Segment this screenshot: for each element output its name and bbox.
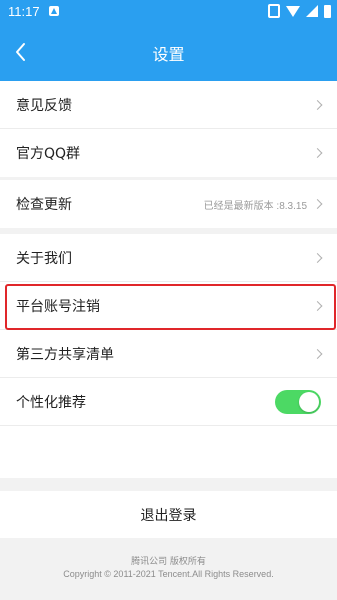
settings-group-feedback: 意见反馈 官方QQ群: [0, 81, 337, 177]
row-label: 官方QQ群: [16, 146, 81, 162]
status-bar: 11:17: [0, 0, 337, 24]
toggle-knob: [299, 391, 319, 412]
row-about-us[interactable]: 关于我们: [0, 234, 337, 282]
footer: 腾讯公司 版权所有 Copyright © 2011-2021 Tencent.…: [0, 556, 337, 581]
row-label: 意见反馈: [16, 97, 72, 114]
row-label: 关于我们: [16, 250, 72, 267]
status-indicators: [268, 4, 331, 18]
row-official-qq-group[interactable]: 官方QQ群: [0, 129, 337, 177]
chevron-right-icon: [312, 252, 323, 263]
copyright-notice: Copyright © 2011-2021 Tencent.All Rights…: [63, 569, 274, 579]
copyright-company: 腾讯公司 版权所有: [131, 557, 206, 567]
row-personalized-recommendation: 个性化推荐: [0, 378, 337, 426]
personalized-recommendation-toggle[interactable]: [275, 389, 321, 414]
status-time: 11:17: [8, 4, 40, 19]
logout-button[interactable]: 退出登录: [0, 491, 337, 538]
chevron-right-icon: [312, 148, 323, 158]
battery-icon: [324, 4, 331, 18]
nav-bar: 设置: [0, 24, 337, 81]
chevron-right-icon: [312, 199, 323, 209]
blank-row: [0, 426, 337, 478]
version-status: 已经是最新版本 :8.3.15: [203, 200, 307, 212]
settings-group-about: 关于我们 平台账号注销 第三方共享清单 个性化推荐: [0, 234, 337, 478]
row-feedback[interactable]: 意见反馈: [0, 81, 337, 129]
chevron-right-icon: [312, 99, 323, 110]
row-check-update[interactable]: 检查更新 已经是最新版本 :8.3.15: [0, 180, 337, 228]
page-title: 设置: [152, 45, 185, 64]
chevron-right-icon: [312, 348, 323, 359]
settings-group-update: 检查更新 已经是最新版本 :8.3.15: [0, 180, 337, 228]
vibrate-icon: [268, 4, 280, 18]
notification-app-icon: [49, 6, 59, 16]
row-label: 第三方共享清单: [16, 346, 114, 363]
signal-icon: [306, 5, 318, 17]
row-third-party-sharing[interactable]: 第三方共享清单: [0, 330, 337, 378]
chevron-right-icon: [312, 300, 323, 311]
row-label: 检查更新: [16, 197, 72, 213]
row-account-deletion[interactable]: 平台账号注销: [0, 282, 337, 330]
row-label: 平台账号注销: [16, 298, 100, 315]
wifi-icon: [286, 5, 300, 17]
row-label: 个性化推荐: [16, 394, 86, 411]
